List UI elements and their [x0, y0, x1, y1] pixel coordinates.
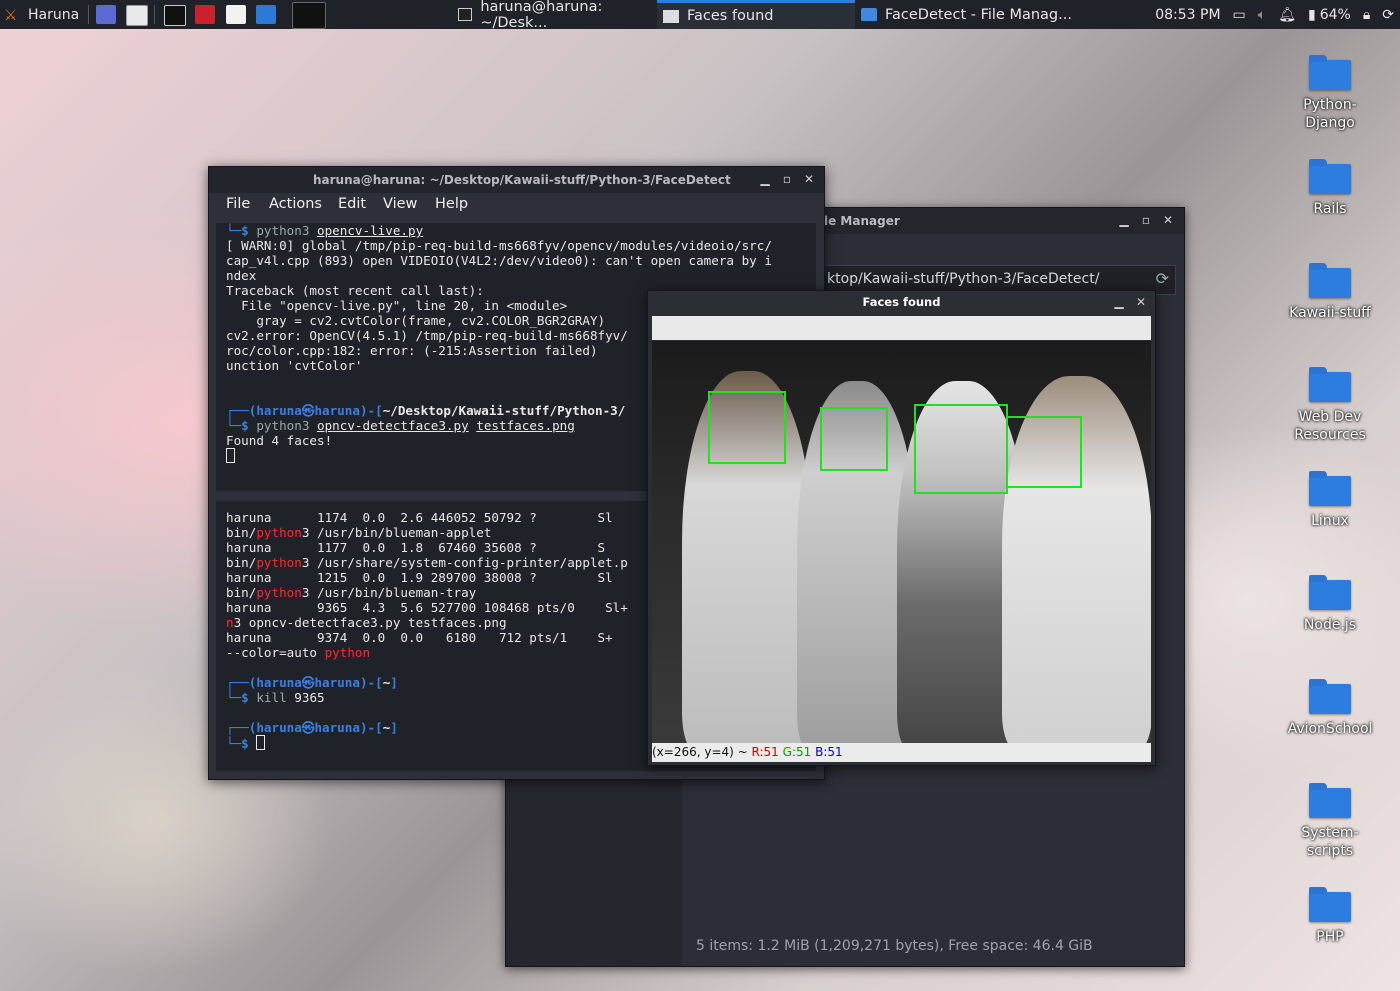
terminal-task-icon: [458, 8, 473, 21]
folder-icon: [1309, 783, 1351, 818]
file-manager-launcher-icon[interactable]: [126, 5, 148, 26]
folder-icon: [1309, 679, 1351, 714]
folder-icon: [1309, 55, 1351, 90]
task-faces-found[interactable]: Faces found: [657, 0, 855, 29]
desktop-folder-label: AvionSchool: [1287, 721, 1373, 737]
minimize-button[interactable]: ▁: [757, 171, 773, 187]
terminal-cursor: [226, 448, 235, 463]
close-button[interactable]: ✕: [1133, 294, 1149, 310]
desktop-folder-rails[interactable]: Rails: [1280, 159, 1380, 218]
red-value: R:51: [751, 745, 779, 759]
maximize-button[interactable]: ▫: [779, 171, 795, 187]
minimize-button[interactable]: ▁: [1111, 294, 1127, 310]
workspace-switcher[interactable]: [292, 2, 326, 29]
desktop-folder-label: Web Dev Resources: [1294, 409, 1366, 443]
battery-percent: 64%: [1319, 6, 1351, 23]
file-manager-sidebar[interactable]: [506, 768, 682, 966]
folder-icon: [1309, 471, 1351, 506]
terminal-launcher-icon[interactable]: [164, 5, 186, 26]
task-file-manager-label: FaceDetect - File Manag...: [885, 6, 1072, 23]
face-detection-box: [914, 404, 1008, 494]
volume-icon[interactable]: 🔈︎: [1258, 7, 1266, 23]
desktop-folder-avionschool[interactable]: AvionSchool: [1280, 679, 1380, 738]
text-editor-launcher-icon[interactable]: [226, 5, 246, 24]
panel-separator: [154, 5, 155, 24]
face-detection-box: [708, 391, 786, 464]
terminal-menubar: File Actions Edit View Help: [209, 193, 824, 219]
terminal-titlebar[interactable]: haruna@haruna: ~/Desktop/Kawaii-stuff/Py…: [209, 167, 824, 193]
minimize-button[interactable]: ▁: [1116, 212, 1132, 228]
faces-found-titlebar[interactable]: Faces found ▁ ✕: [648, 291, 1155, 313]
battery-icon[interactable]: ▮: [1308, 7, 1316, 23]
window-title: Faces found: [862, 295, 941, 309]
menu-edit[interactable]: Edit: [338, 196, 366, 212]
face-detection-box: [820, 407, 888, 471]
desktop-folder-label: System- scripts: [1301, 825, 1359, 859]
vscode-launcher-icon[interactable]: [256, 5, 276, 24]
window-title: haruna@haruna: ~/Desktop/Kawaii-stuff/Py…: [313, 173, 731, 187]
desktop-folder-nodejs[interactable]: Node.js: [1280, 575, 1380, 634]
window-title: le Manager: [824, 214, 900, 228]
desktop-folder-system-scripts[interactable]: System- scripts: [1280, 783, 1380, 860]
desktop-folder-php[interactable]: PHP: [1280, 887, 1380, 946]
desktop-folder-label: Node.js: [1303, 617, 1357, 633]
reload-icon[interactable]: ⟳: [1156, 269, 1169, 288]
applications-menu-label: Haruna: [28, 6, 80, 23]
desktop-folder-label: Rails: [1313, 201, 1347, 217]
folder-icon: [1309, 367, 1351, 402]
face-detection-box: [1006, 416, 1082, 488]
show-desktop-icon[interactable]: [96, 5, 116, 24]
power-icon[interactable]: ⟳: [1382, 7, 1394, 23]
faces-found-window[interactable]: Faces found ▁ ✕ (x=266, y=4) ~ R:51 G:51…: [647, 290, 1156, 766]
desktop-folder-linux[interactable]: Linux: [1280, 471, 1380, 530]
cursor-coords: (x=266, y=4) ~: [652, 745, 752, 759]
top-panel: ⚔ Haruna haruna@haruna: ~/Desk... Faces …: [0, 0, 1400, 31]
panel-separator: [88, 5, 89, 24]
applications-menu-button[interactable]: ⚔ Haruna: [4, 0, 79, 29]
clock[interactable]: 08:53 PM: [1155, 7, 1220, 23]
menu-file[interactable]: File: [226, 196, 250, 212]
close-button[interactable]: ✕: [1160, 212, 1176, 228]
screen-icon[interactable]: ▭: [1233, 7, 1246, 23]
maximize-button[interactable]: ▫: [1138, 212, 1154, 228]
close-button[interactable]: ✕: [801, 171, 817, 187]
desktop-folder-label: Python- Django: [1303, 97, 1357, 131]
detected-faces-image[interactable]: [652, 341, 1151, 743]
folder-icon: [1309, 575, 1351, 610]
folder-icon: [1309, 159, 1351, 194]
menu-view[interactable]: View: [383, 196, 417, 212]
lock-icon[interactable]: 🔒︎: [1363, 7, 1370, 23]
notifications-icon[interactable]: 🔔︎: [1278, 7, 1296, 23]
system-tray: 08:53 PM ▭ 🔈︎ 🔔︎ ▮ 64% 🔒︎ ⟳: [1155, 0, 1400, 29]
task-terminal[interactable]: haruna@haruna: ~/Desk...: [452, 0, 657, 31]
task-terminal-label: haruna@haruna: ~/Desk...: [480, 0, 603, 31]
status-bar: 5 items: 1.2 MiB (1,209,271 bytes), Free…: [696, 938, 1093, 954]
kali-dragon-icon: ⚔: [4, 5, 18, 24]
desktop-folder-python-django[interactable]: Python- Django: [1280, 55, 1380, 132]
kali-tools-launcher-icon[interactable]: [195, 5, 215, 24]
desktop-folder-label: PHP: [1316, 929, 1344, 945]
blue-value: B:51: [815, 745, 843, 759]
folder-task-icon: [861, 8, 877, 21]
menu-actions[interactable]: Actions: [269, 196, 322, 212]
folder-icon: [1309, 263, 1351, 298]
window-task-icon: [663, 9, 679, 23]
green-value: G:51: [782, 745, 812, 759]
desktop-folder-kawaii-stuff[interactable]: Kawaii-stuff: [1280, 263, 1380, 322]
folder-icon: [1309, 887, 1351, 922]
desktop-folder-label: Linux: [1311, 513, 1349, 529]
desktop-folder-web-dev-resources[interactable]: Web Dev Resources: [1280, 367, 1380, 444]
task-file-manager[interactable]: FaceDetect - File Manag...: [855, 0, 1085, 29]
image-toolbar: [652, 316, 1151, 340]
terminal-cursor: [256, 735, 266, 750]
menu-help[interactable]: Help: [435, 196, 468, 212]
pixel-info-statusbar: (x=266, y=4) ~ R:51 G:51 B:51: [652, 743, 1151, 762]
desktop-folder-label: Kawaii-stuff: [1289, 305, 1371, 321]
task-faces-found-label: Faces found: [687, 8, 774, 24]
location-path: ktop/Kawaii-stuff/Python-3/FaceDetect/: [827, 271, 1100, 287]
